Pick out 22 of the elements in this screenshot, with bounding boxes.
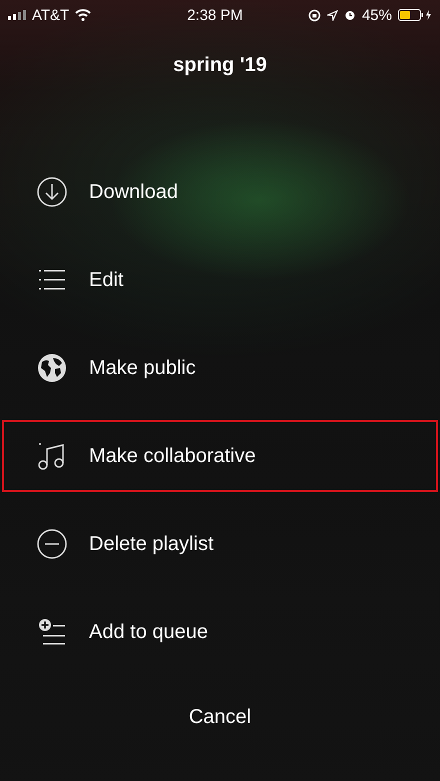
menu-item[interactable]: Edit: [2, 244, 438, 316]
status-time: 2:38 PM: [187, 6, 243, 24]
battery-charging-icon: [398, 9, 432, 21]
wifi-icon: [75, 9, 92, 21]
alarm-clock-icon: [344, 9, 356, 21]
menu-item[interactable]: Make collaborative: [2, 420, 438, 492]
playlist-title: spring '19: [172, 54, 268, 78]
carrier-name: AT&T: [32, 6, 70, 24]
menu-item[interactable]: Make public: [2, 332, 438, 404]
minus-circle-icon: [37, 529, 67, 559]
cancel-button[interactable]: Cancel: [176, 700, 264, 735]
music-note-icon: [37, 441, 67, 471]
menu-item[interactable]: Download: [2, 156, 438, 228]
signal-icon: [8, 10, 26, 20]
globe-icon: [37, 353, 67, 383]
add-to-queue-icon: [37, 617, 67, 647]
download-icon: [37, 177, 67, 207]
battery-percent: 45%: [362, 6, 392, 24]
location-arrow-icon: [326, 10, 338, 20]
rotation-lock-icon: [308, 8, 321, 22]
menu-item[interactable]: Delete playlist: [2, 508, 438, 580]
menu-item[interactable]: Add to queue: [2, 596, 438, 668]
